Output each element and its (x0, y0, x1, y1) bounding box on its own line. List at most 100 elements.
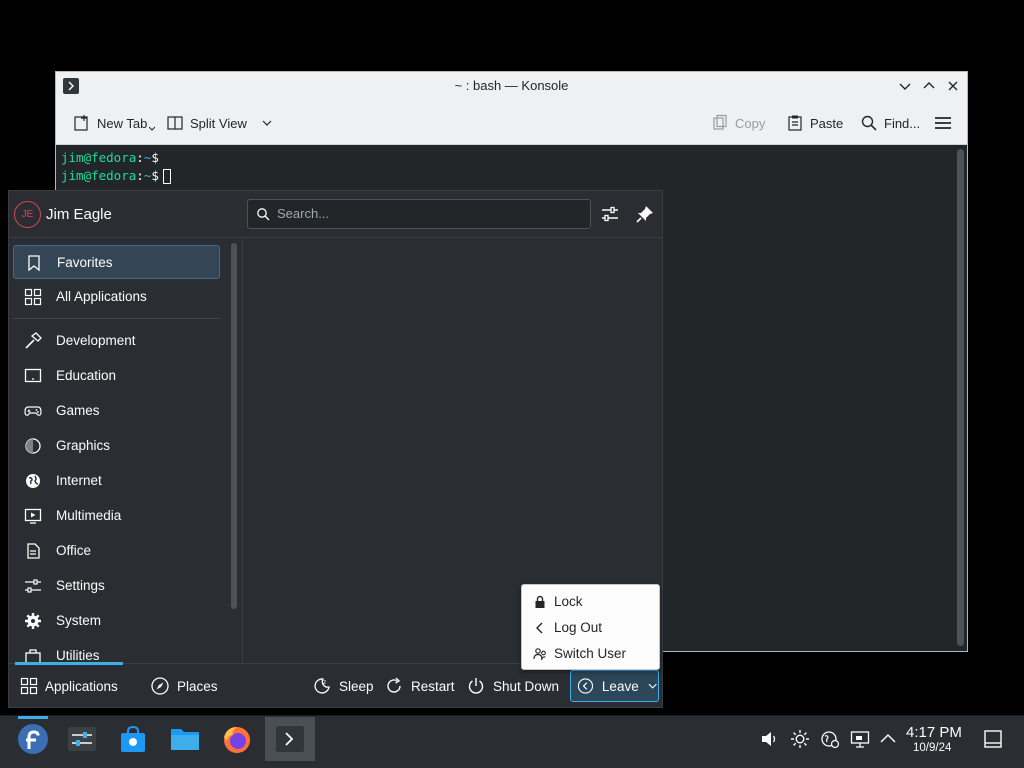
tab-applications-label: Applications (45, 678, 118, 694)
leave-button[interactable]: Leave (570, 670, 659, 702)
shutdown-label: Shut Down (493, 678, 560, 694)
category-multimedia[interactable]: Multimedia (13, 499, 220, 533)
search-input[interactable]: Search... (247, 199, 591, 229)
network-globe-icon[interactable] (820, 729, 840, 749)
firefox-button[interactable] (212, 717, 262, 761)
prompt-separator: : (136, 150, 144, 165)
terminal-scrollbar[interactable] (957, 149, 964, 646)
paste-icon (788, 115, 802, 131)
new-tab-label: New Tab (97, 115, 148, 131)
hamburger-menu-button[interactable] (934, 113, 952, 133)
pin-button[interactable] (634, 203, 656, 225)
discover-icon (121, 725, 145, 752)
category-graphics[interactable]: Graphics (13, 429, 220, 463)
document-icon (27, 543, 40, 559)
show-desktop-icon[interactable] (983, 729, 1003, 749)
toolbox-icon (25, 649, 41, 662)
switch-user-icon (533, 648, 546, 661)
category-label: Settings (56, 578, 105, 593)
grid-icon (24, 288, 42, 306)
discover-button[interactable] (108, 717, 158, 761)
leave-icon (577, 678, 594, 694)
tab-places[interactable]: Places (150, 676, 218, 696)
category-development[interactable]: Development (13, 324, 220, 358)
clock-time[interactable]: 4:17 PM (906, 724, 962, 741)
chevron-left-icon (536, 622, 543, 634)
fedora-launcher-icon (18, 724, 48, 754)
avatar[interactable]: JE (14, 201, 41, 228)
brightness-icon[interactable] (790, 729, 810, 749)
terminal-line: jim@fedora:~$ (61, 149, 962, 167)
sleep-label: Sleep (339, 678, 374, 694)
tab-places-label: Places (177, 678, 218, 694)
category-label: Office (56, 543, 92, 558)
hammer-icon (25, 332, 42, 349)
category-education[interactable]: Education (13, 359, 220, 393)
category-list: Favorites All Applications Development E… (9, 239, 234, 662)
sleep-button[interactable]: z Sleep (312, 676, 374, 696)
search-icon (257, 208, 270, 221)
copy-icon (713, 114, 727, 130)
window-title: ~ : bash — Konsole (454, 78, 569, 93)
volume-icon[interactable] (759, 729, 779, 749)
split-view-button[interactable]: Split View (166, 113, 273, 133)
graphics-icon (25, 438, 41, 454)
konsole-toolbar: New Tab Split View Copy Paste Find... (56, 100, 967, 145)
category-favorites[interactable]: Favorites (13, 245, 220, 279)
bookmark-icon (28, 255, 40, 272)
system-settings-button[interactable] (57, 717, 107, 761)
configure-button[interactable] (599, 203, 621, 225)
menu-item-label: Lock (554, 594, 583, 609)
new-tab-icon (74, 115, 88, 131)
leave-menu: Lock Log Out Switch User (521, 584, 660, 670)
chevron-up-icon[interactable] (878, 729, 898, 749)
shutdown-button[interactable]: Shut Down (466, 676, 559, 696)
new-tab-button[interactable]: New Tab (73, 113, 156, 133)
menu-item-log-out[interactable]: Log Out (522, 615, 659, 641)
clock-date[interactable]: 10/9/24 (913, 742, 951, 754)
menu-item-switch-user[interactable]: Switch User (522, 641, 659, 667)
maximize-button[interactable] (920, 77, 938, 95)
category-system[interactable]: System (13, 604, 220, 638)
tab-applications[interactable]: Applications (20, 676, 118, 696)
globe-icon (26, 474, 40, 488)
category-separator (13, 318, 220, 319)
fedora-launcher-button[interactable] (8, 717, 58, 761)
find-label: Find... (884, 115, 921, 131)
category-internet[interactable]: Internet (13, 464, 220, 498)
minimize-button[interactable] (896, 77, 914, 95)
menu-item-lock[interactable]: Lock (522, 589, 659, 615)
category-utilities[interactable]: Utilities (13, 639, 220, 662)
paste-label: Paste (810, 115, 844, 131)
category-all-applications[interactable]: All Applications (13, 280, 220, 314)
gamepad-icon (24, 406, 42, 416)
paste-button[interactable]: Paste (786, 113, 843, 133)
category-games[interactable]: Games (13, 394, 220, 428)
lock-icon (535, 595, 545, 608)
chevron-up-icon (923, 82, 935, 89)
category-label: Graphics (56, 438, 111, 453)
play-icon (24, 508, 42, 524)
close-button[interactable] (944, 77, 962, 95)
restart-button[interactable]: Restart (384, 676, 455, 696)
category-label: Utilities (56, 648, 100, 662)
find-button[interactable]: Find... (860, 113, 920, 133)
wired-network-icon[interactable] (850, 729, 870, 749)
leave-label: Leave (601, 678, 639, 694)
window-titlebar[interactable]: ~ : bash — Konsole (56, 72, 967, 100)
power-icon (468, 678, 484, 694)
gear-icon (25, 613, 41, 629)
prompt-user: jim@fedora (61, 168, 137, 183)
category-settings[interactable]: Settings (13, 569, 220, 603)
chevron-down-icon (899, 83, 911, 90)
restart-icon (387, 677, 401, 693)
copy-button[interactable]: Copy (711, 113, 765, 133)
terminal-line: jim@fedora:~$ (61, 167, 962, 185)
sliders-icon (25, 579, 41, 593)
dolphin-button[interactable] (160, 717, 210, 761)
taskbar: 4:17 PM 10/9/24 (0, 715, 1024, 768)
category-office[interactable]: Office (13, 534, 220, 568)
category-scrollbar[interactable] (231, 243, 237, 609)
konsole-taskbar-button[interactable] (265, 717, 315, 761)
close-icon (948, 81, 958, 91)
